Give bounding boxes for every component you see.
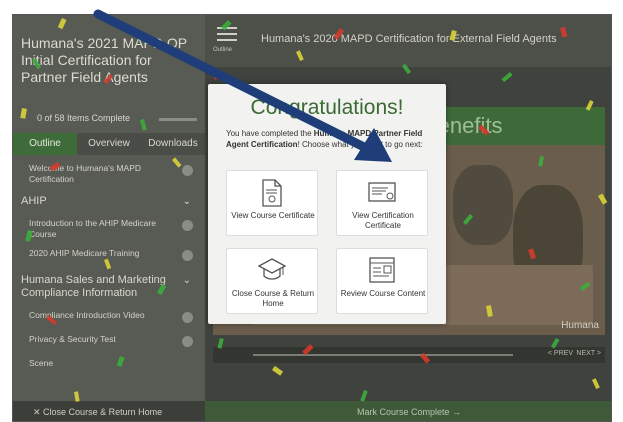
option-label: Close Course & Return Home (231, 289, 315, 308)
review-course-content-button[interactable]: Review Course Content (336, 248, 428, 314)
progress-bar (159, 118, 197, 121)
tab-downloads[interactable]: Downloads (141, 133, 205, 155)
option-label: Review Course Content (340, 289, 426, 298)
modal-title: Congratulations! (250, 96, 404, 119)
graduation-cap-icon (258, 258, 286, 280)
course-content-icon (369, 257, 395, 283)
video-seek-bar[interactable] (253, 354, 513, 356)
check-icon (182, 312, 193, 323)
certification-icon (368, 182, 396, 202)
section-label: Humana Sales and Marketing Compliance In… (21, 274, 166, 299)
course-title: Humana's 2021 MAPD OP Initial Certificat… (21, 35, 187, 85)
congratulations-modal: Congratulations! You have completed the … (208, 84, 446, 324)
check-icon (182, 336, 193, 347)
tab-outline[interactable]: Outline (13, 133, 77, 155)
check-icon (182, 220, 193, 231)
tab-overview[interactable]: Overview (77, 133, 141, 155)
lesson-label: Welcome to Humana's MAPD Certification (29, 163, 142, 184)
bottom-bar: ✕ Close Course & Return Home Mark Course… (13, 401, 611, 421)
course-sidebar: Humana's 2021 MAPD OP Initial Certificat… (13, 15, 205, 401)
next-button[interactable]: NEXT > (576, 350, 601, 357)
lesson-item[interactable]: Welcome to Humana's MAPD Certification (13, 159, 205, 189)
lesson-item[interactable]: Privacy & Security Test (13, 330, 205, 354)
check-icon (182, 165, 193, 176)
lesson-item[interactable]: Compliance Introduction Video (13, 306, 205, 330)
lesson-label: Privacy & Security Test (29, 334, 116, 344)
section-header[interactable]: AHIP ⌄ (13, 189, 205, 214)
menu-icon[interactable] (217, 27, 237, 43)
lesson-label: 2020 AHIP Medicare Training (29, 248, 140, 258)
prev-button[interactable]: < PREV (548, 350, 573, 357)
check-icon (182, 250, 193, 261)
close-course-return-home-button[interactable]: Close Course & Return Home (226, 248, 318, 314)
option-label: View Course Certificate (231, 211, 315, 220)
lesson-item[interactable]: 2020 AHIP Medicare Training (13, 244, 205, 268)
mark-complete-button[interactable]: Mark Course Complete → (205, 401, 611, 421)
lesson-label: Scene (29, 358, 54, 368)
lesson-list: Welcome to Humana's MAPD Certification A… (13, 159, 205, 378)
lesson-item[interactable]: Introduction to the AHIP Medicare Course (13, 214, 205, 244)
lesson-item[interactable]: Scene (13, 354, 205, 378)
close-course-label: Close Course & Return Home (43, 407, 163, 417)
humana-logo: Humana (561, 320, 599, 331)
view-course-certificate-button[interactable]: View Course Certificate (226, 170, 318, 236)
lesson-label: Introduction to the AHIP Medicare Course (29, 218, 156, 239)
menu-label: Outline (213, 47, 233, 53)
chevron-down-icon: ⌄ (182, 275, 191, 286)
section-header[interactable]: Humana Sales and Marketing Compliance In… (13, 268, 205, 306)
lesson-label: Compliance Introduction Video (29, 310, 145, 320)
main-header: Outline Humana's 2020 MAPD Certification… (205, 15, 611, 67)
progress-text: 0 of 58 Items Complete (37, 113, 131, 123)
sidebar-tabs: Outline Overview Downloads (13, 133, 205, 155)
video-controls: < PREV NEXT > (213, 347, 605, 363)
lesson-title: Humana's 2020 MAPD Certification for Ext… (261, 33, 557, 45)
view-certification-certificate-button[interactable]: View Certification Certificate (336, 170, 428, 236)
section-label: AHIP (21, 195, 47, 207)
close-course-button[interactable]: ✕ Close Course & Return Home (13, 401, 205, 421)
option-label: View Certification Certificate (352, 211, 414, 230)
certificate-icon (262, 179, 282, 207)
modal-message: You have completed the Humana MAPD Partn… (226, 129, 423, 149)
chevron-down-icon: ⌄ (182, 196, 191, 207)
